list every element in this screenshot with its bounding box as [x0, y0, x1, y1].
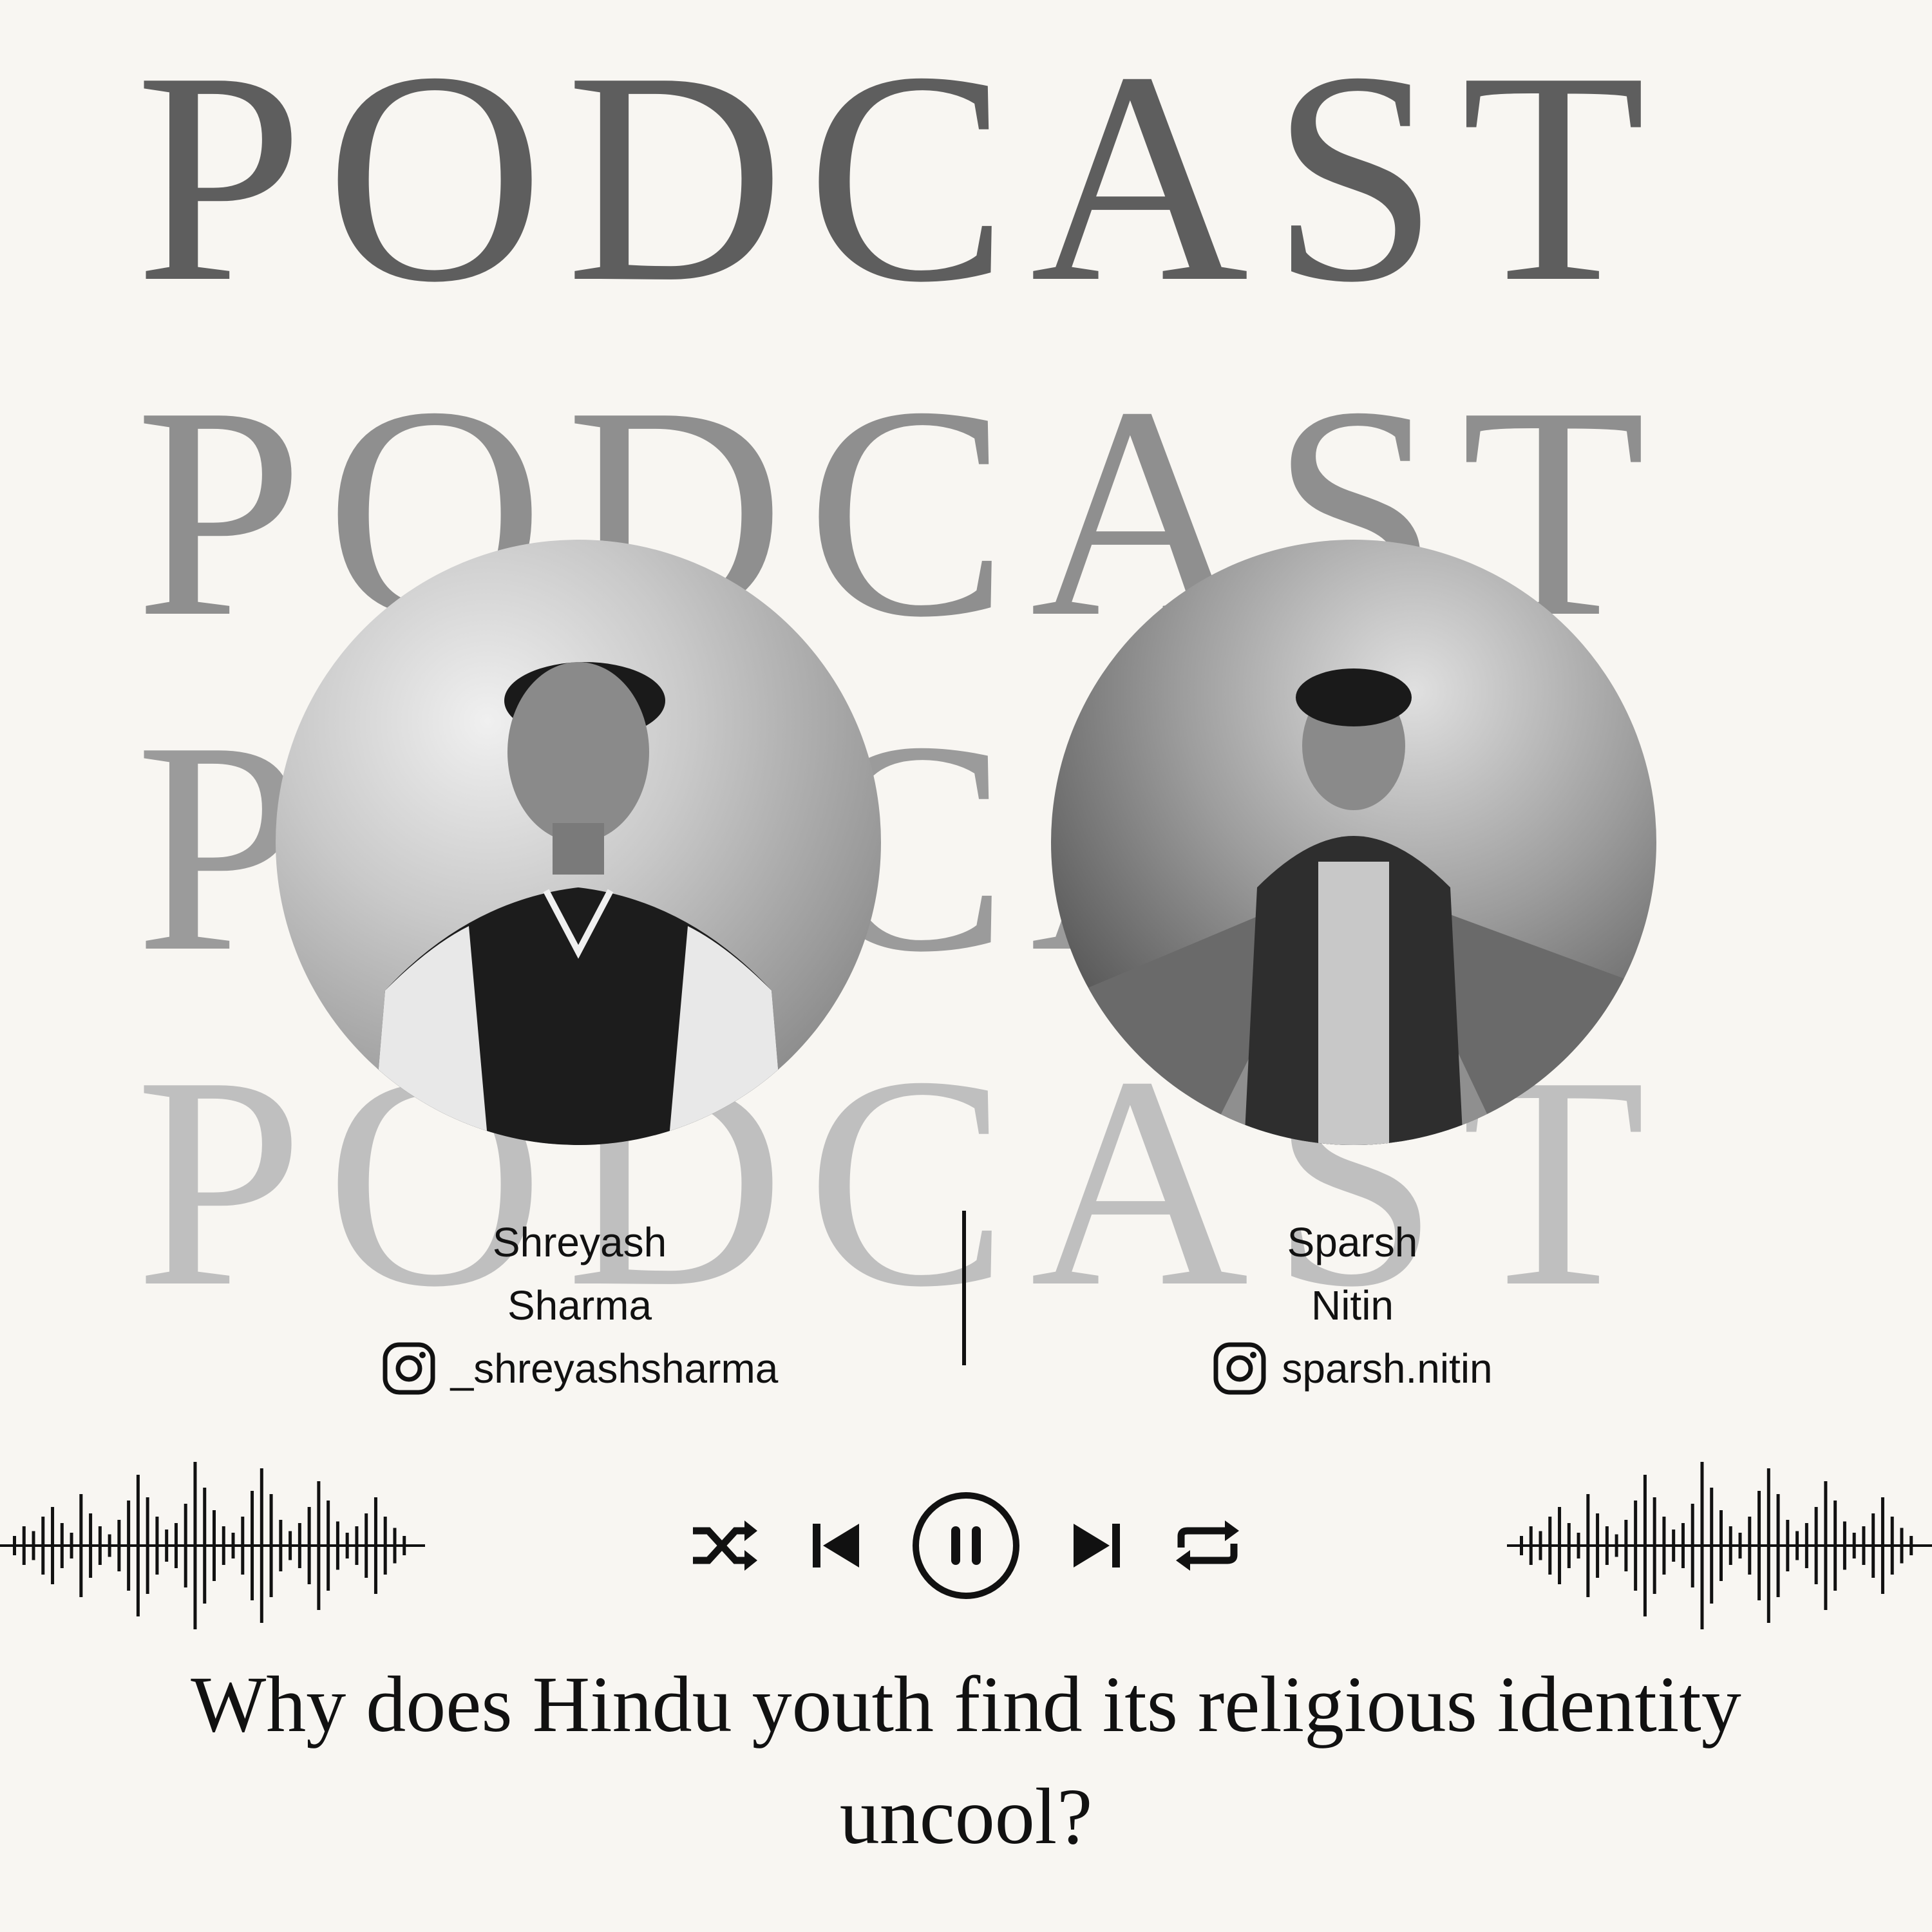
portrait-illustration: [1051, 668, 1656, 1145]
host-photo-shreyash: [276, 540, 881, 1145]
host-divider: [962, 1211, 966, 1365]
host-photo-sparsh: [1051, 540, 1656, 1145]
instagram-handle-row[interactable]: sparsh.nitin: [1063, 1337, 1642, 1400]
pause-icon[interactable]: [911, 1491, 1021, 1600]
shuffle-icon[interactable]: [689, 1517, 760, 1575]
host-last-name: Sharma: [507, 1282, 652, 1329]
host-last-name: Nitin: [1311, 1282, 1394, 1329]
sound-wave-left: [0, 1462, 425, 1629]
instagram-handle-row[interactable]: _shreyashsharma: [290, 1337, 869, 1400]
background-podcast-word-1: PODCAST: [135, 9, 1668, 345]
next-icon[interactable]: [1071, 1520, 1122, 1571]
host-info-sparsh: Sparsh Nitin sparsh.nitin: [1063, 1211, 1642, 1400]
sound-wave-right: [1507, 1462, 1932, 1629]
instagram-handle[interactable]: _shreyashsharma: [451, 1337, 779, 1400]
instagram-icon: [1212, 1341, 1267, 1396]
player-controls: [689, 1488, 1243, 1604]
host-first-name: Sparsh: [1287, 1219, 1418, 1265]
host-first-name: Shreyash: [492, 1219, 667, 1265]
episode-question: Why does Hindu youth find its religious …: [191, 1660, 1741, 1861]
portrait-illustration: [372, 662, 784, 1145]
host-info-shreyash: Shreyash Sharma _shreyashsharma: [290, 1211, 869, 1400]
instagram-icon: [381, 1341, 437, 1396]
repeat-icon[interactable]: [1172, 1517, 1243, 1575]
previous-icon[interactable]: [810, 1520, 862, 1571]
instagram-handle[interactable]: sparsh.nitin: [1282, 1337, 1492, 1400]
